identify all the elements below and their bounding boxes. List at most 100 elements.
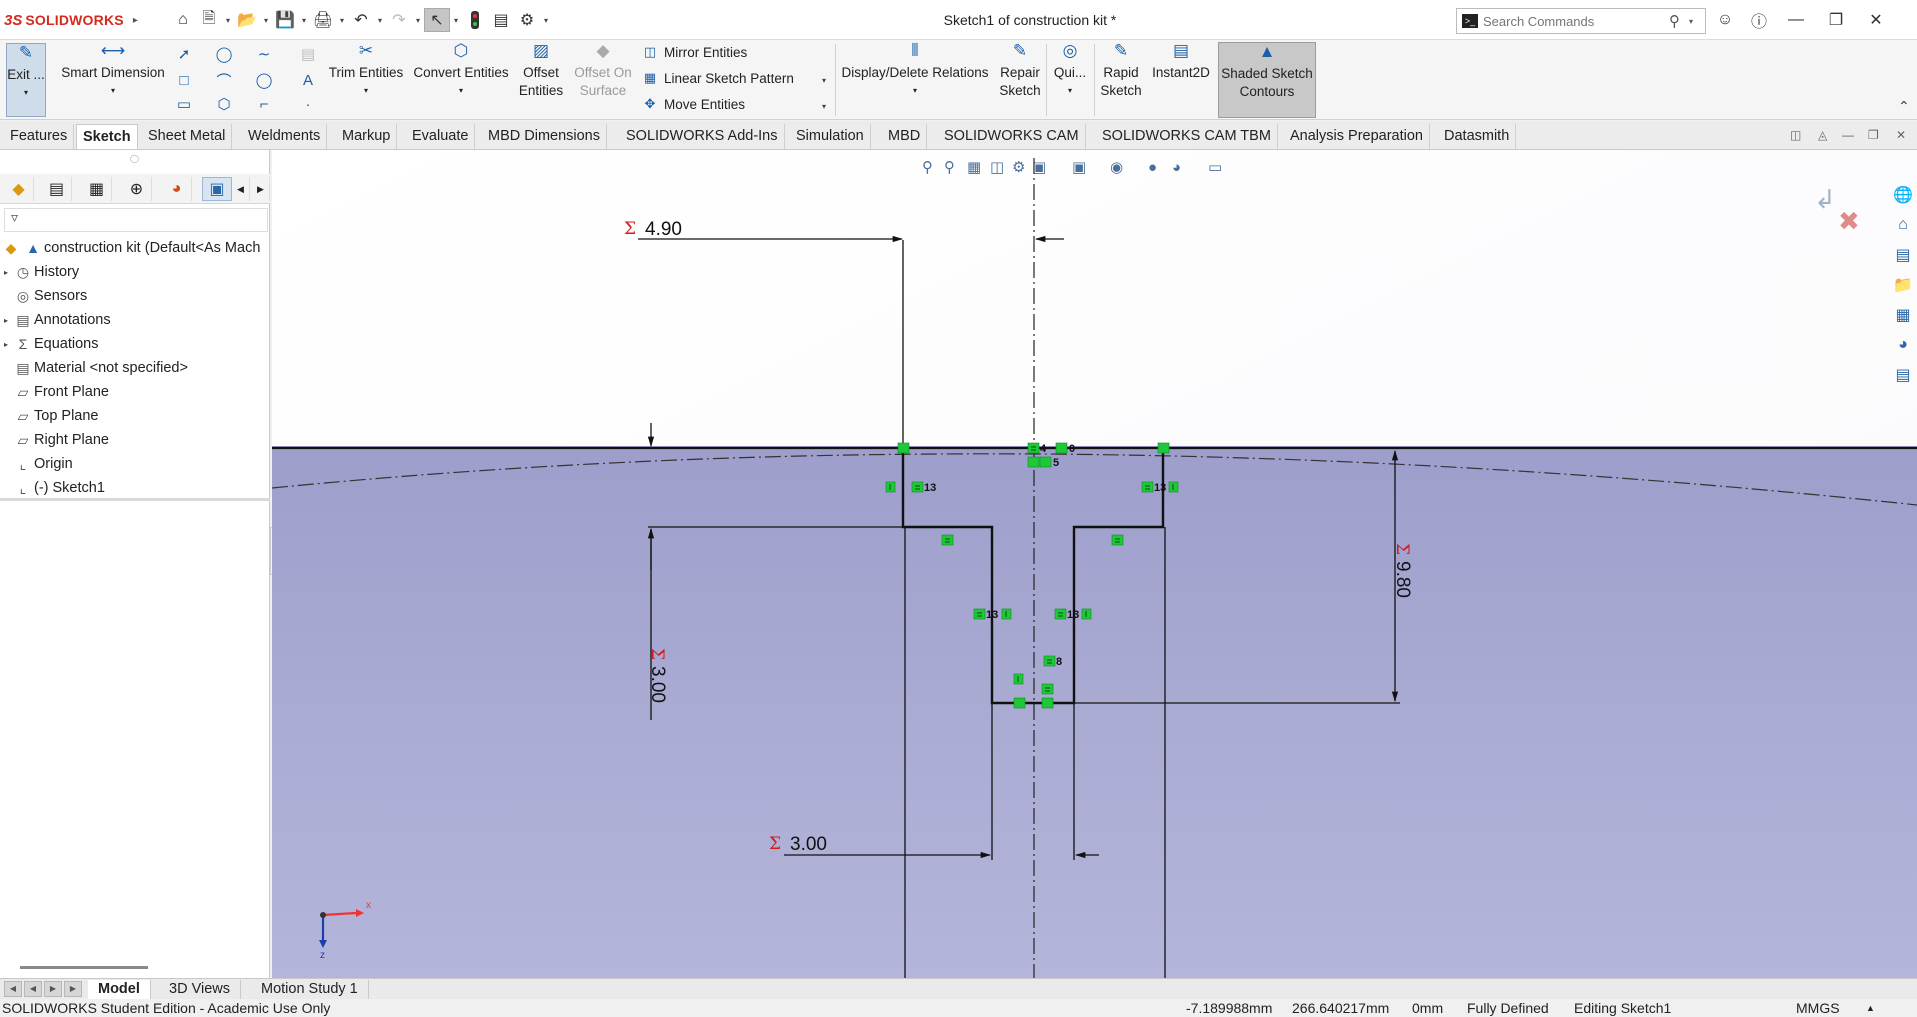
edit-appearance-icon[interactable]: ● xyxy=(1148,159,1157,176)
search-dropdown-icon[interactable]: ▾ xyxy=(1689,17,1705,26)
instant2d-button[interactable]: ▤ Instant2D xyxy=(1148,42,1214,82)
relation-symmetric-icon[interactable] xyxy=(1027,456,1040,468)
slot-icon[interactable]: ▭ xyxy=(174,94,194,114)
undo-dropdown-icon[interactable]: ▾ xyxy=(374,16,386,25)
cancel-sketch-icon[interactable]: ✖ xyxy=(1838,206,1860,236)
mirror-entities-button[interactable]: ◫ Mirror Entities xyxy=(642,44,747,60)
first-tab-icon[interactable]: ◀ xyxy=(4,981,22,997)
zoom-to-fit-icon[interactable]: ⚲ xyxy=(922,159,933,176)
solidworks-resources-icon[interactable]: 🌐 xyxy=(1891,180,1915,210)
dim-right-height-group[interactable]: Σ 9.80 xyxy=(1392,543,1413,598)
file-explorer-icon[interactable]: 📁 xyxy=(1891,270,1915,300)
tile-right-icon[interactable]: ◬ xyxy=(1818,128,1827,142)
dim-right-height-value[interactable]: 9.80 xyxy=(1392,561,1413,598)
dim-bottom-width-value[interactable]: 3.00 xyxy=(790,834,827,855)
tab-motion-study-1[interactable]: Motion Study 1 xyxy=(251,980,369,1000)
zoom-to-area-icon[interactable]: ⚲ xyxy=(944,159,955,176)
minimize-icon[interactable]: — xyxy=(1776,8,1816,32)
tab-sketch[interactable]: Sketch xyxy=(76,124,138,149)
tree-divider[interactable] xyxy=(0,498,270,501)
expand-arrow-icon[interactable]: ▸ xyxy=(0,340,12,349)
tree-item-front-plane[interactable]: ▱ Front Plane xyxy=(0,380,270,404)
fillet-icon[interactable]: ⌐ xyxy=(254,94,274,114)
relation-equal-icon[interactable] xyxy=(911,481,924,493)
display-delete-relations-button[interactable]: ⫴ Display/Delete Relations ▾ xyxy=(840,42,990,100)
text-icon[interactable]: A xyxy=(298,70,318,90)
cam-manager-tab-icon[interactable]: ▣ xyxy=(202,177,232,201)
doc-close-icon[interactable]: ✕ xyxy=(1896,128,1906,142)
traffic-light-icon[interactable] xyxy=(462,8,488,32)
select-dropdown-icon[interactable]: ▾ xyxy=(450,16,462,25)
relation-equal-icon[interactable] xyxy=(1041,683,1054,695)
close-icon[interactable]: ✕ xyxy=(1856,8,1896,32)
open-icon[interactable]: 📂 xyxy=(234,8,260,32)
ellipse-icon[interactable]: ◯ xyxy=(254,70,274,90)
search-input[interactable] xyxy=(1483,13,1669,29)
rapid-sketch-button[interactable]: ✎ Rapid Sketch xyxy=(1098,42,1144,100)
move-entities-dropdown-icon[interactable]: ▾ xyxy=(822,102,826,111)
panel-grip-icon[interactable]: ◯ xyxy=(130,154,139,163)
options-dropdown-icon[interactable]: ▾ xyxy=(540,16,552,25)
tree-item-history[interactable]: ▸ ◷ History xyxy=(0,260,270,284)
search-commands-box[interactable]: >_ ⚲ ▾ xyxy=(1456,8,1706,34)
doc-restore-icon[interactable]: ❐ xyxy=(1868,128,1879,142)
options-gear-icon[interactable]: ⚙ xyxy=(514,8,540,32)
circle-icon[interactable]: ◯ xyxy=(214,44,234,64)
previous-tab-icon[interactable]: ◀ xyxy=(24,981,42,997)
line-icon[interactable]: ➚ xyxy=(174,44,194,64)
display-style-icon[interactable]: ▣ xyxy=(1072,159,1086,176)
polygon-icon[interactable]: ⬡ xyxy=(214,94,234,114)
tree-item-top-plane[interactable]: ▱ Top Plane xyxy=(0,404,270,428)
relation-equal-icon[interactable] xyxy=(1054,608,1067,620)
point-icon[interactable]: · xyxy=(298,94,318,114)
smart-dimension-dropdown-icon[interactable]: ▾ xyxy=(111,82,115,100)
last-tab-icon[interactable]: ▶ xyxy=(64,981,82,997)
logo-menu-arrow-icon[interactable]: ▸ xyxy=(133,15,138,26)
confirm-sketch-icon[interactable]: ↲ xyxy=(1814,184,1836,214)
tab-model[interactable]: Model xyxy=(88,980,151,1000)
apply-scene-icon[interactable]: ◕ xyxy=(1172,159,1181,176)
relation-coincident-icon[interactable] xyxy=(1013,697,1026,709)
repair-sketch-button[interactable]: ✎ Repair Sketch xyxy=(996,42,1044,100)
exit-sketch-button[interactable]: ✎ Exit ... ▾ xyxy=(6,43,46,117)
select-icon[interactable]: ↖ xyxy=(424,8,450,32)
tree-item-equations[interactable]: ▸ Σ Equations xyxy=(0,332,270,356)
view-palette-icon[interactable]: ▦ xyxy=(1891,300,1915,330)
tree-item-material[interactable]: ▤ Material <not specified> xyxy=(0,356,270,380)
feature-manager-tab-icon[interactable]: ◆ xyxy=(4,177,34,201)
tab-solidworks-add-ins[interactable]: SOLIDWORKS Add-Ins xyxy=(620,124,785,149)
rectangle-icon[interactable]: □ xyxy=(174,70,194,90)
display-manager-tab-icon[interactable]: ◕ xyxy=(162,177,192,201)
dim-left-height-value[interactable]: 3.00 xyxy=(647,666,668,703)
sketch-canvas[interactable]: ⚲ ⚲ ▦ ◫ ⚙ ▣ ▣ ◉ ● ◕ ▭ ↲ ✖ Σ 4.90 Σ 3.00 … xyxy=(272,150,1917,978)
appearances-icon[interactable]: ◕ xyxy=(1891,330,1915,360)
tree-filter[interactable]: ▿ xyxy=(4,208,268,232)
relation-horizontal-icon[interactable] xyxy=(941,534,954,546)
relation-equal-icon[interactable] xyxy=(1039,456,1052,468)
expand-arrow-icon[interactable]: ▸ xyxy=(0,268,12,277)
collapse-ribbon-icon[interactable]: ⌃ xyxy=(1898,98,1910,115)
dynamic-annotation-icon[interactable]: ⚙ xyxy=(1012,159,1025,176)
help-icon[interactable]: ⓘ xyxy=(1742,8,1776,32)
trim-entities-button[interactable]: ✂ Trim Entities ▾ xyxy=(327,42,405,100)
unit-dropdown-icon[interactable]: ▲ xyxy=(1866,1003,1875,1013)
configuration-manager-tab-icon[interactable]: ▦ xyxy=(82,177,112,201)
dim-top-width-value[interactable]: 4.90 xyxy=(645,219,682,240)
home-pane-icon[interactable]: ⌂ xyxy=(1891,210,1915,240)
relation-coincident-icon[interactable] xyxy=(1055,442,1068,454)
tab-evaluate[interactable]: Evaluate xyxy=(406,124,476,149)
shaded-sketch-contours-button[interactable]: ▲ Shaded Sketch Contours xyxy=(1218,42,1316,118)
tab-solidworks-cam[interactable]: SOLIDWORKS CAM xyxy=(938,124,1086,149)
tree-item-sensors[interactable]: ◎ Sensors xyxy=(0,284,270,308)
view-settings-icon[interactable]: ▭ xyxy=(1208,159,1222,176)
custom-properties-icon[interactable]: ▤ xyxy=(1891,360,1915,390)
exit-sketch-dropdown-icon[interactable]: ▾ xyxy=(24,84,28,102)
dim-left-height-group[interactable]: Σ 3.00 xyxy=(647,648,668,703)
user-account-icon[interactable]: ☺ xyxy=(1708,8,1742,32)
offset-on-surface-button[interactable]: ◆ Offset On Surface xyxy=(570,42,636,100)
relation-equal-icon[interactable] xyxy=(973,608,986,620)
home-icon[interactable]: ⌂ xyxy=(170,8,196,32)
tab-datasmith[interactable]: Datasmith xyxy=(1438,124,1517,149)
tile-left-icon[interactable]: ◫ xyxy=(1790,128,1801,142)
undo-icon[interactable]: ↶ xyxy=(348,8,374,32)
